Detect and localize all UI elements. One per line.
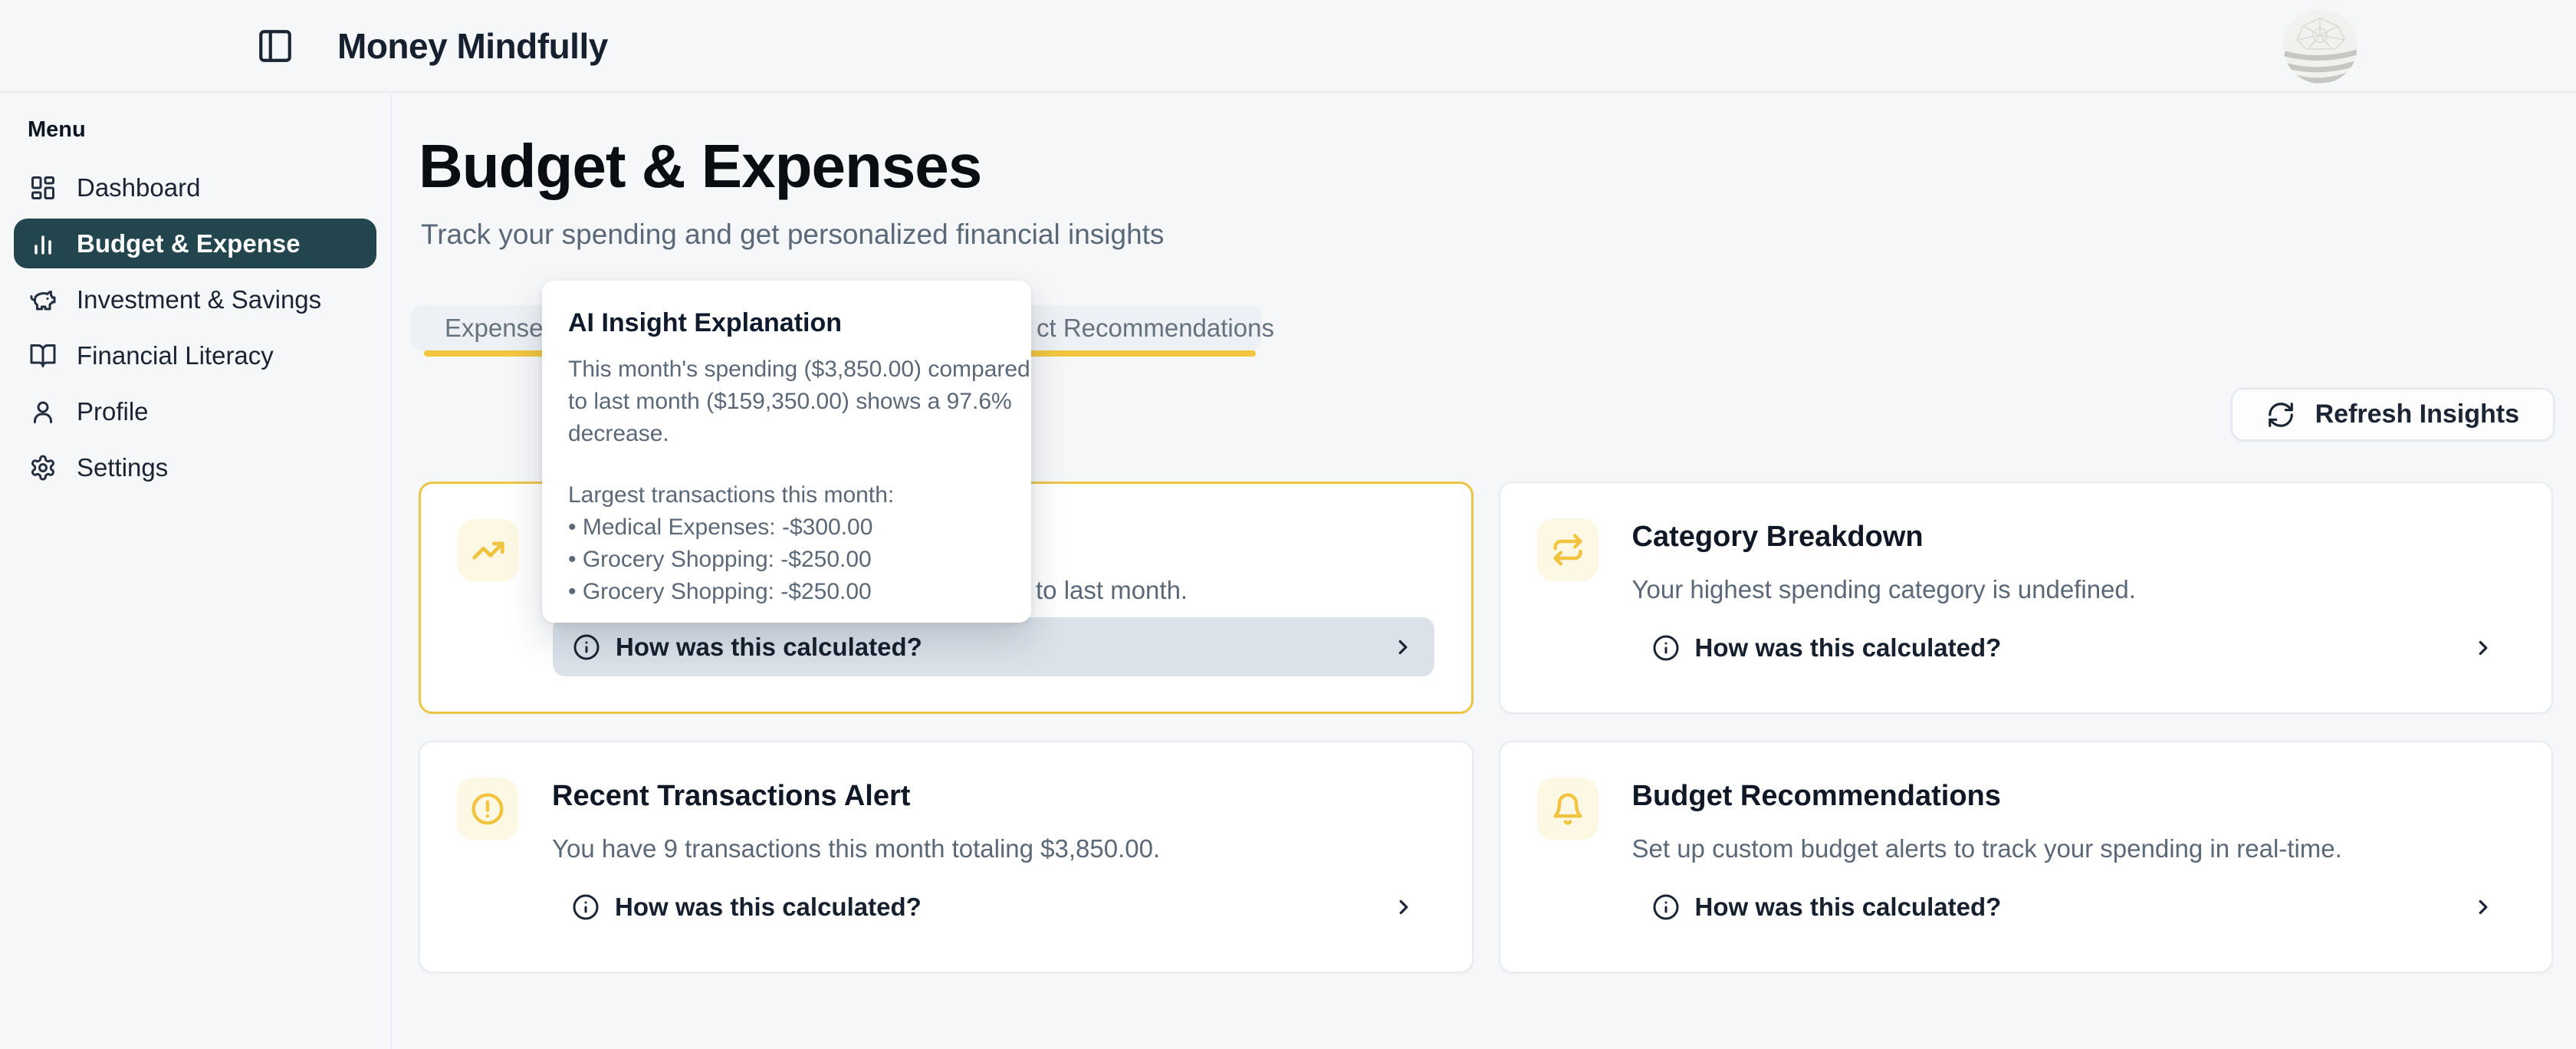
sidebar-item-label: Investment & Savings [77,285,321,314]
sidebar-item-label: Settings [77,453,168,482]
gear-icon [29,454,57,482]
how-calculated-button[interactable]: How was this calculated? [553,617,1434,676]
tooltip-bullet: • Grocery Shopping: -$250.00 [568,576,1007,608]
sidebar-item-label: Profile [77,397,149,426]
refresh-insights-label: Refresh Insights [2315,400,2519,429]
sidebar-item-budget-expense[interactable]: Budget & Expense [14,219,376,268]
card-title: Recent Transactions Alert [552,778,1435,814]
main-content: Budget & Expenses Track your spending an… [393,94,2576,1049]
how-calculated-label: How was this calculated? [616,633,922,662]
tooltip-bullet: • Grocery Shopping: -$250.00 [568,544,1007,576]
bell-icon [1551,792,1585,826]
book-open-icon [29,342,57,370]
info-icon [573,633,600,661]
app-title: Money Mindfully [337,25,608,67]
info-icon [1652,893,1680,921]
dashboard-grid-icon [29,174,57,202]
sidebar-toggle-button[interactable] [256,27,294,65]
icon-tile [1537,778,1598,840]
sidebar-item-profile[interactable]: Profile [14,386,376,436]
tooltip-bullet: • Medical Expenses: -$300.00 [568,511,1007,544]
info-icon [1652,634,1680,662]
repeat-icon [1551,533,1585,567]
tooltip-line: decrease. [568,418,1007,450]
tooltip-line: to last month ($159,350.00) shows a 97.6… [568,386,1007,418]
sidebar: Menu Dashboard Budget & Expense Investme… [0,94,392,1049]
icon-tile [457,778,518,840]
sidebar-item-dashboard[interactable]: Dashboard [14,163,376,212]
how-calculated-label: How was this calculated? [1695,633,2002,663]
app-header: Money Mindfully [0,0,2576,93]
bar-chart-icon [29,230,57,258]
card-body: Recent Transactions Alert You have 9 tra… [552,778,1435,936]
card-body: Budget Recommendations Set up custom bud… [1632,778,2515,936]
icon-tile [1537,518,1598,581]
tooltip-title: AI Insight Explanation [568,308,1007,338]
chevron-right-icon [2472,896,2495,919]
tooltip-line: This month's spending ($3,850.00) compar… [568,354,1007,386]
sidebar-nav: Dashboard Budget & Expense Investment & … [0,163,390,492]
chevron-right-icon [1392,636,1414,659]
sidebar-section-label: Menu [28,117,390,143]
card-recent-transactions-alert: Recent Transactions Alert You have 9 tra… [419,741,1474,973]
panel-left-icon [256,27,294,65]
how-calculated-label: How was this calculated? [615,893,922,922]
card-title: Category Breakdown [1632,518,2515,555]
chevron-right-icon [1392,896,1415,919]
page-subtitle: Track your spending and get personalized… [421,219,1164,251]
how-calculated-button[interactable]: How was this calculated? [1632,877,2515,936]
alert-circle-icon [471,792,504,826]
sidebar-item-investment-savings[interactable]: Investment & Savings [14,275,376,324]
tooltip-transactions-heading: Largest transactions this month: [568,479,1007,511]
refresh-insights-button[interactable]: Refresh Insights [2231,388,2555,441]
tooltip-body: This month's spending ($3,850.00) compar… [568,354,1007,608]
card-title: Budget Recommendations [1632,778,2515,814]
info-icon [572,893,600,921]
trending-up-icon [472,534,505,567]
avatar-image [2283,9,2358,84]
avatar[interactable] [2283,9,2358,84]
sidebar-item-settings[interactable]: Settings [14,442,376,492]
sidebar-item-label: Dashboard [77,173,200,202]
ai-insight-tooltip: AI Insight Explanation This month's spen… [542,281,1031,623]
card-category-breakdown: Category Breakdown Your highest spending… [1499,482,2554,714]
sidebar-item-label: Budget & Expense [77,229,301,258]
page-title: Budget & Expenses [419,131,981,202]
how-calculated-button[interactable]: How was this calculated? [552,877,1435,936]
card-budget-recommendations: Budget Recommendations Set up custom bud… [1499,741,2554,973]
tab-product-recommendations[interactable]: ct Recommendations [1037,314,1274,343]
sidebar-item-label: Financial Literacy [77,341,274,370]
refresh-icon [2266,400,2295,429]
icon-tile [458,519,519,582]
card-description: You have 9 transactions this month total… [552,834,1435,863]
sidebar-item-financial-literacy[interactable]: Financial Literacy [14,330,376,380]
chevron-right-icon [2472,636,2495,659]
card-body: Category Breakdown Your highest spending… [1632,518,2515,677]
how-calculated-label: How was this calculated? [1695,893,2002,922]
card-description: Your highest spending category is undefi… [1632,575,2515,604]
piggy-bank-icon [29,286,57,314]
card-description: Set up custom budget alerts to track you… [1632,834,2515,863]
how-calculated-button[interactable]: How was this calculated? [1632,618,2515,677]
user-icon [29,398,57,426]
